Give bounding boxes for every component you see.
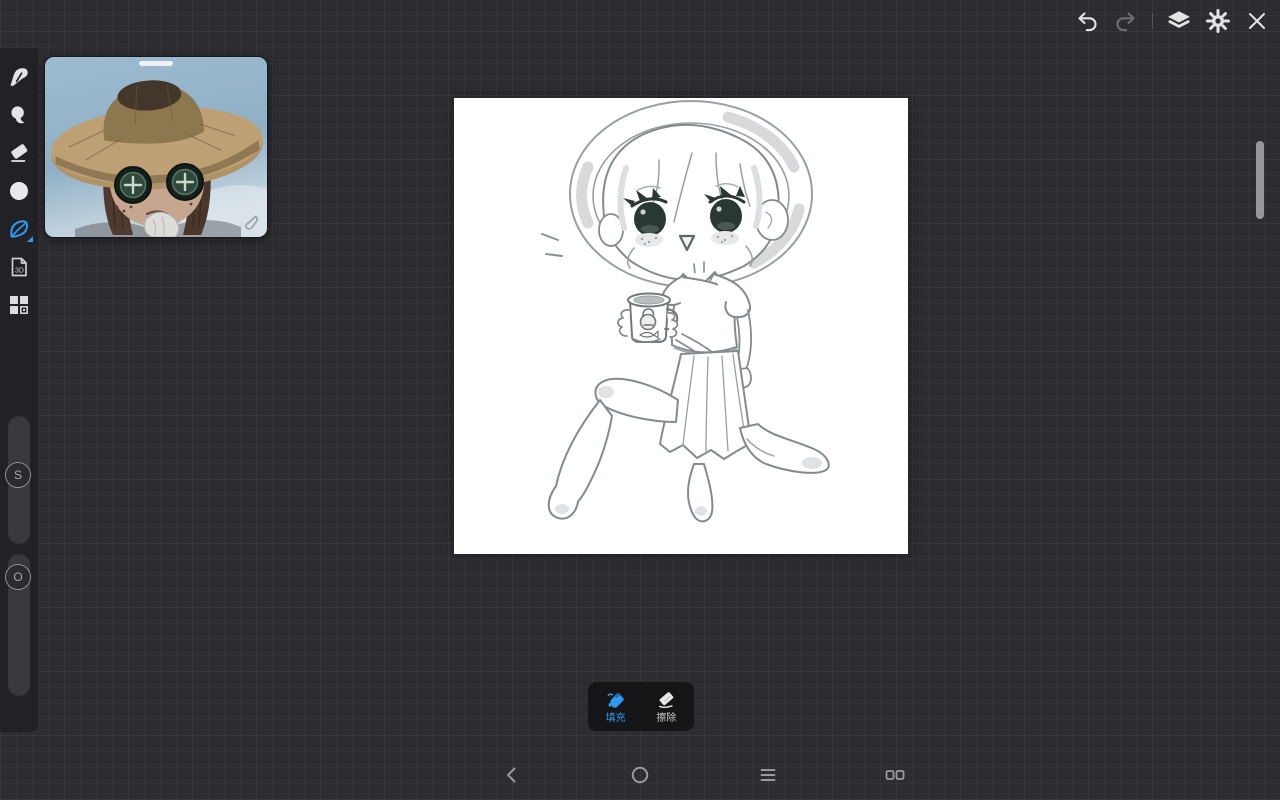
top-bar <box>1074 6 1270 36</box>
layers-button[interactable] <box>1166 8 1192 34</box>
tool-import-3d[interactable]: 3D <box>0 248 38 286</box>
redo-icon <box>1116 12 1135 32</box>
circle-icon <box>10 182 28 200</box>
fill-options-toolbar: 填充 擦除 <box>588 682 694 731</box>
erase-mode-button[interactable]: 擦除 <box>643 685 689 729</box>
drawing-canvas[interactable] <box>454 98 908 554</box>
recents-lines-icon <box>760 769 776 781</box>
fill-mode-label: 填充 <box>605 713 626 724</box>
tool-3d-label: 3D <box>15 268 24 275</box>
tool-materials[interactable] <box>0 286 38 324</box>
nav-home-button[interactable] <box>623 758 657 792</box>
redo-button[interactable] <box>1113 8 1139 34</box>
opacity-knob-label: O <box>13 570 23 584</box>
opacity-knob[interactable]: O <box>5 564 31 590</box>
reference-image-panel[interactable] <box>44 56 268 238</box>
eraser-icon <box>11 144 28 162</box>
home-circle-icon <box>631 766 649 784</box>
undo-button[interactable] <box>1074 8 1100 34</box>
undo-icon <box>1078 12 1097 32</box>
drag-handle[interactable] <box>139 61 173 66</box>
nav-recents-button[interactable] <box>751 758 785 792</box>
pen-nib-icon <box>10 68 28 86</box>
split-screen-icon <box>885 770 905 780</box>
document-3d-icon: 3D <box>11 257 27 277</box>
tool-options-corner <box>27 236 33 242</box>
brush-size-knob-label: S <box>13 468 22 482</box>
erase-mode-label: 擦除 <box>656 713 677 724</box>
tool-pen[interactable] <box>0 58 38 96</box>
reference-photo <box>45 57 267 237</box>
tool-eraser[interactable] <box>0 134 38 172</box>
close-icon <box>1249 13 1265 29</box>
opacity-slider[interactable]: O <box>5 554 31 696</box>
nav-split-screen-button[interactable] <box>878 758 912 792</box>
top-bar-divider <box>1152 13 1153 29</box>
erase-mode-icon <box>659 692 674 709</box>
grid-squares-icon <box>10 296 28 314</box>
tool-smudge[interactable] <box>0 96 38 134</box>
paint-bucket-icon <box>607 693 624 708</box>
gear-icon <box>1206 9 1230 33</box>
brush-size-slider[interactable]: S <box>5 416 31 544</box>
brush-size-knob[interactable]: S <box>5 462 31 488</box>
line-art-illustration <box>541 100 830 523</box>
close-button[interactable] <box>1244 8 1270 34</box>
settings-button[interactable] <box>1205 8 1231 34</box>
fill-mode-button[interactable]: 填充 <box>593 685 639 729</box>
tool-fill[interactable] <box>0 210 38 248</box>
smudge-icon <box>11 106 25 124</box>
nav-back-button[interactable] <box>495 758 529 792</box>
tool-color[interactable] <box>0 172 38 210</box>
back-chevron-icon <box>507 767 516 783</box>
canvas-scrollbar[interactable] <box>1256 141 1264 219</box>
layers-icon <box>1168 11 1190 28</box>
smudge-handle-icon[interactable] <box>242 214 260 232</box>
